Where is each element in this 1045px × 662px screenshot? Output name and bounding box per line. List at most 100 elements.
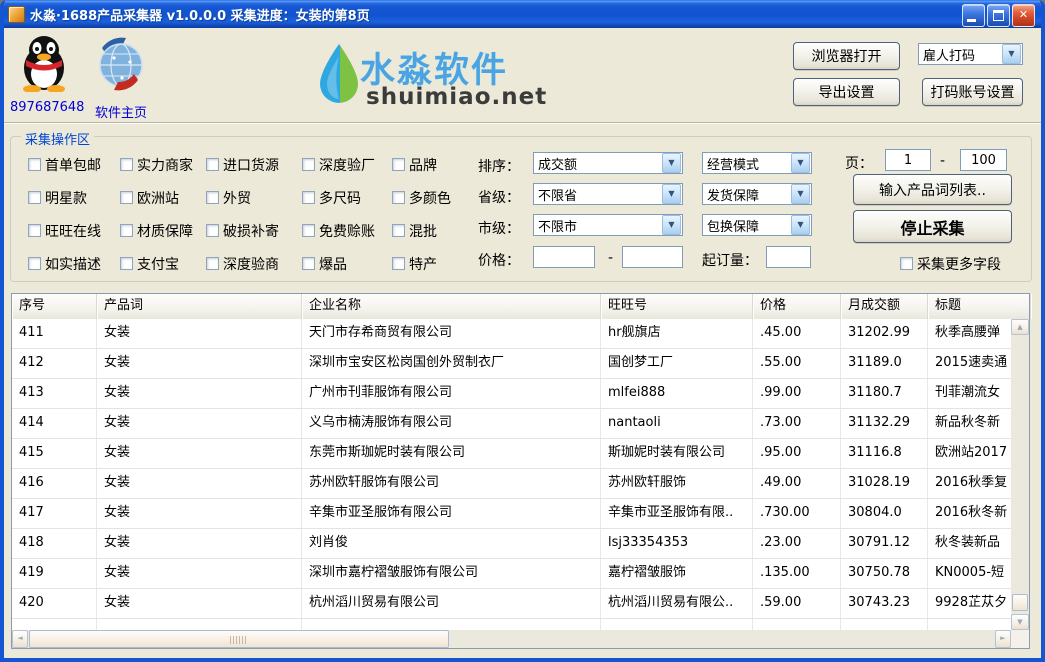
collect-more-fields-checkbox[interactable]: 采集更多字段 (900, 255, 1001, 272)
table-row[interactable]: 414女装义乌市楠涛服饰有限公司nantaoli.73.0031132.29新品… (12, 409, 1029, 439)
cell-wangwang: hr舰旗店 (601, 319, 753, 348)
horizontal-scrollbar[interactable]: ◄ ► (12, 630, 1011, 648)
chevron-down-icon[interactable]: ▼ (791, 215, 810, 235)
filter-checkbox[interactable]: 首单包邮 (28, 156, 101, 173)
empty-cell (97, 619, 302, 630)
sort-select[interactable]: 成交额 ▼ (533, 152, 683, 174)
province-value: 不限省 (534, 185, 661, 204)
cell-wangwang: lsj33354353 (601, 529, 753, 558)
filter-checkbox-label: 材质保障 (137, 221, 193, 241)
title-bar[interactable]: 水淼·1688产品采集器 v1.0.0.0 采集进度：女装的第8页 ✕ (0, 0, 1045, 28)
table-row[interactable]: 419女装深圳市嘉柠褶皱服饰有限公司嘉柠褶皱服饰.135.0030750.78K… (12, 559, 1029, 589)
column-header[interactable]: 企业名称 (302, 294, 601, 319)
scroll-up-icon[interactable]: ▲ (1011, 319, 1029, 335)
filter-checkbox[interactable]: 特产 (392, 255, 437, 272)
cell-price: .55.00 (753, 349, 841, 378)
table-row[interactable]: 412女装深圳市宝安区松岗国创外贸制衣厂国创梦工厂.55.0031189.020… (12, 349, 1029, 379)
city-select[interactable]: 不限市 ▼ (533, 214, 683, 236)
province-select[interactable]: 不限省 ▼ (533, 183, 683, 205)
cell-company: 天门市存希商贸有限公司 (302, 319, 601, 348)
filter-checkbox[interactable]: 进口货源 (206, 156, 279, 173)
page-to-input[interactable] (960, 149, 1007, 171)
table-row[interactable]: 418女装刘肖俊lsj33354353.23.0030791.12秋冬装新品 (12, 529, 1029, 559)
shipping-guarantee-value: 发货保障 (703, 185, 790, 204)
cell-monthly-sales: 31132.29 (841, 409, 928, 438)
captcha-mode-select[interactable]: 雇人打码 ▼ (918, 43, 1023, 65)
cell-monthly-sales: 31202.99 (841, 319, 928, 348)
cell-keyword: 女装 (97, 439, 302, 468)
page-from-input[interactable] (885, 149, 931, 171)
checkbox-box (302, 224, 315, 237)
checkbox-box (392, 224, 405, 237)
groupbox-title: 采集操作区 (21, 129, 94, 148)
price-max-input[interactable] (622, 246, 683, 268)
filter-checkbox[interactable]: 深度验厂 (302, 156, 375, 173)
table-row[interactable]: 415女装东莞市斯珈妮时装有限公司斯珈妮时装有限公司.95.0031116.8欧… (12, 439, 1029, 469)
column-header[interactable]: 序号 (12, 294, 97, 319)
chevron-down-icon[interactable]: ▼ (791, 153, 810, 173)
cell-price: .73.00 (753, 409, 841, 438)
cell-index: 417 (12, 499, 97, 528)
filter-checkbox[interactable]: 爆品 (302, 255, 347, 272)
chevron-down-icon[interactable]: ▼ (662, 215, 681, 235)
stop-collect-button[interactable]: 停止采集 (853, 210, 1012, 243)
cell-keyword: 女装 (97, 379, 302, 408)
chevron-down-icon[interactable]: ▼ (662, 153, 681, 173)
vertical-scrollbar[interactable]: ▲ ▼ (1011, 319, 1029, 630)
cell-keyword: 女装 (97, 409, 302, 438)
table-row[interactable]: 420女装杭州滔川贸易有限公司杭州滔川贸易有限公...59.0030743.23… (12, 589, 1029, 619)
input-product-word-list-button[interactable]: 输入产品词列表.. (853, 174, 1012, 205)
filter-checkbox[interactable]: 支付宝 (120, 255, 179, 272)
homepage-link[interactable]: 软件主页 (92, 102, 150, 121)
checkbox-box (206, 224, 219, 237)
captcha-account-button[interactable]: 打码账号设置 (922, 78, 1023, 106)
filter-checkbox[interactable]: 旺旺在线 (28, 222, 101, 239)
checkbox-box (206, 191, 219, 204)
column-header[interactable]: 月成交额 (841, 294, 928, 319)
cell-company: 深圳市宝安区松岗国创外贸制衣厂 (302, 349, 601, 378)
filter-checkbox[interactable]: 破损补寄 (206, 222, 279, 239)
filter-checkbox[interactable]: 免费赊账 (302, 222, 375, 239)
column-header[interactable]: 产品词 (97, 294, 302, 319)
cell-keyword: 女装 (97, 589, 302, 618)
min-order-input[interactable] (766, 246, 811, 268)
filter-checkbox[interactable]: 如实描述 (28, 255, 101, 272)
table-row[interactable]: 417女装辛集市亚圣服饰有限公司辛集市亚圣服饰有限...730.0030804.… (12, 499, 1029, 529)
filter-checkbox[interactable]: 多颜色 (392, 189, 451, 206)
filter-checkbox[interactable]: 混批 (392, 222, 437, 239)
maximize-button[interactable] (987, 4, 1010, 27)
table-row[interactable]: 413女装广州市刊菲服饰有限公司mlfei888.99.0031180.7刊菲潮… (12, 379, 1029, 409)
filter-checkbox[interactable]: 明星款 (28, 189, 87, 206)
filter-checkbox[interactable]: 实力商家 (120, 156, 193, 173)
column-header[interactable]: 价格 (753, 294, 841, 319)
minimize-button[interactable] (962, 4, 985, 27)
exchange-guarantee-select[interactable]: 包换保障 ▼ (702, 214, 812, 236)
horizontal-scroll-thumb[interactable] (29, 630, 449, 648)
cell-wangwang: mlfei888 (601, 379, 753, 408)
price-min-input[interactable] (533, 246, 595, 268)
filter-checkbox[interactable]: 外贸 (206, 189, 251, 206)
scroll-right-icon[interactable]: ► (995, 630, 1011, 648)
filter-checkbox[interactable]: 欧洲站 (120, 189, 179, 206)
chevron-down-icon[interactable]: ▼ (791, 184, 810, 204)
table-row[interactable]: 411女装天门市存希商贸有限公司hr舰旗店.45.0031202.99秋季高腰弹 (12, 319, 1029, 349)
close-button[interactable]: ✕ (1012, 4, 1035, 27)
browser-open-button[interactable]: 浏览器打开 (793, 42, 900, 70)
scroll-down-icon[interactable]: ▼ (1011, 614, 1029, 630)
column-header[interactable]: 标题 (928, 294, 1031, 319)
export-settings-button[interactable]: 导出设置 (793, 78, 900, 106)
vertical-scroll-thumb[interactable] (1012, 594, 1028, 611)
scroll-left-icon[interactable]: ◄ (12, 630, 28, 648)
column-header[interactable]: 旺旺号 (601, 294, 753, 319)
filter-checkbox[interactable]: 深度验商 (206, 255, 279, 272)
filter-checkbox[interactable]: 多尺码 (302, 189, 361, 206)
shipping-guarantee-select[interactable]: 发货保障 ▼ (702, 183, 812, 205)
chevron-down-icon[interactable]: ▼ (1002, 44, 1021, 64)
filter-checkbox[interactable]: 材质保障 (120, 222, 193, 239)
chevron-down-icon[interactable]: ▼ (662, 184, 681, 204)
table-row[interactable]: 416女装苏州欧轩服饰有限公司苏州欧轩服饰.49.0031028.192016秋… (12, 469, 1029, 499)
business-mode-select[interactable]: 经营模式 ▼ (702, 152, 812, 174)
filter-checkbox[interactable]: 品牌 (392, 156, 437, 173)
qq-number-link[interactable]: 897687648 (10, 100, 82, 115)
exchange-guarantee-value: 包换保障 (703, 216, 790, 235)
